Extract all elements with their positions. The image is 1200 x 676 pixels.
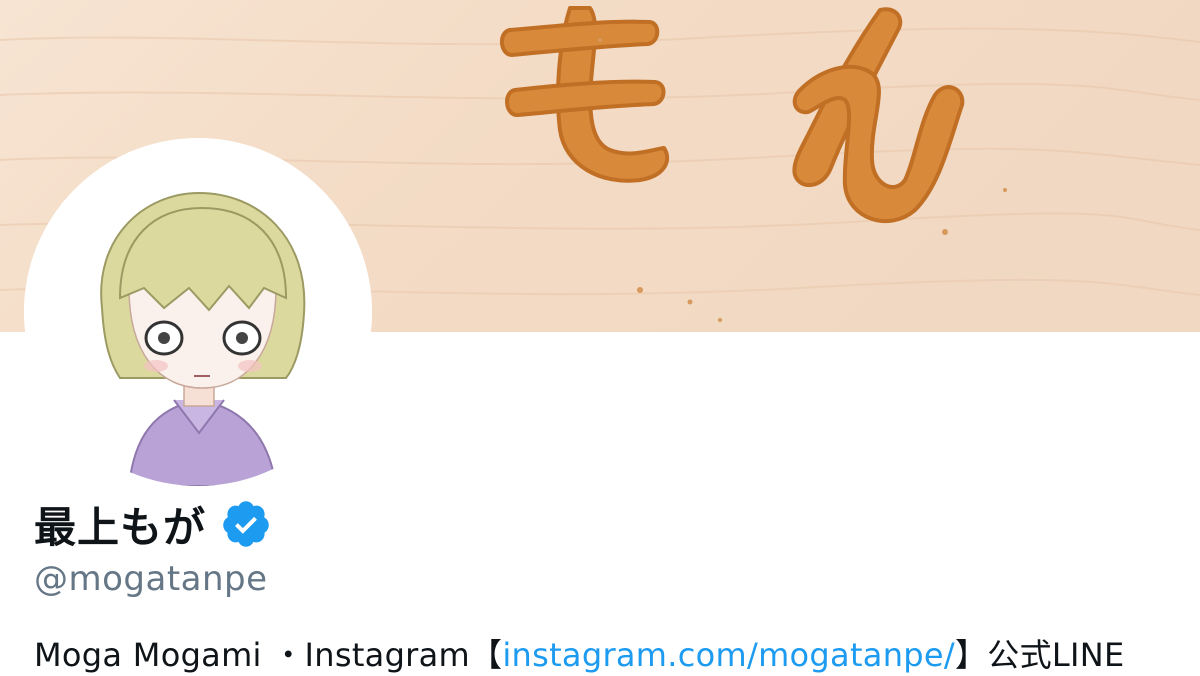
verified-badge-icon[interactable]	[220, 498, 272, 550]
bio-prefix: Moga Mogami ・Instagram【	[34, 636, 503, 674]
display-name-row: 最上もが	[34, 494, 272, 554]
profile-bio: Moga Mogami ・Instagram【instagram.com/mog…	[34, 630, 1125, 676]
bio-suffix: 】公式LINE	[954, 636, 1125, 674]
instagram-link[interactable]: instagram.com/mogatanpe/	[502, 636, 955, 674]
avatar-illustration	[24, 138, 372, 486]
display-name: 最上もが	[34, 502, 207, 552]
profile-avatar[interactable]	[24, 138, 372, 486]
profile-handle: @mogatanpe	[34, 559, 268, 599]
